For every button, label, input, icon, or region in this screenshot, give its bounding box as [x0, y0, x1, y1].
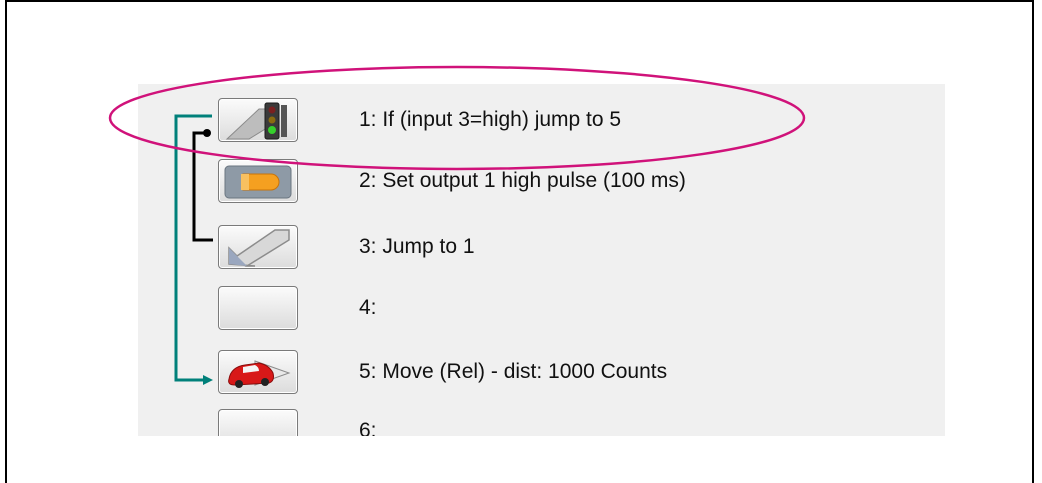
output-pulse-icon — [224, 165, 292, 199]
traffic-light-icon — [225, 102, 287, 140]
jump-arrow-icon — [228, 229, 290, 267]
step-4-button[interactable] — [218, 286, 298, 330]
step-5-label: 5: Move (Rel) - dist: 1000 Counts — [359, 360, 668, 383]
step-3-label: 3: Jump to 1 — [359, 235, 475, 258]
program-steps-panel: 1: If (input 3=high) jump to 5 2: Set ou… — [138, 84, 945, 436]
program-step-row-3: 3: Jump to 1 — [138, 223, 945, 271]
step-3-button[interactable] — [218, 225, 298, 269]
program-step-row-1: 1: If (input 3=high) jump to 5 — [138, 96, 945, 144]
step-2-button[interactable] — [218, 159, 298, 203]
step-2-label: 2: Set output 1 high pulse (100 ms) — [359, 169, 686, 192]
program-step-row-4: 4: — [138, 284, 945, 332]
step-6-label: 6: — [359, 419, 377, 436]
step-1-button[interactable] — [218, 98, 298, 142]
car-move-icon — [228, 360, 291, 388]
program-step-row-2: 2: Set output 1 high pulse (100 ms) — [138, 157, 945, 205]
step-1-label: 1: If (input 3=high) jump to 5 — [359, 108, 622, 131]
program-step-row-6: 6: — [138, 407, 945, 436]
program-step-row-5: 5: Move (Rel) - dist: 1000 Counts — [138, 348, 945, 396]
step-5-button[interactable] — [218, 350, 298, 394]
step-4-label: 4: — [359, 296, 377, 319]
step-6-button[interactable] — [218, 409, 298, 436]
